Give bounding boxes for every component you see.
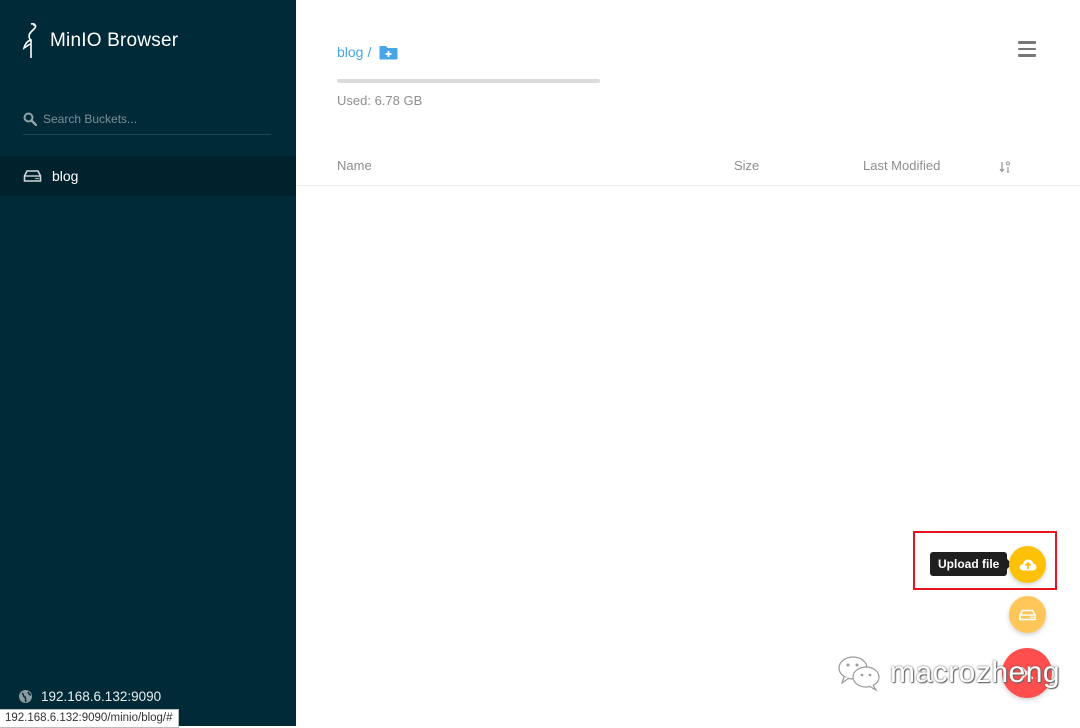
breadcrumb: blog / [337, 44, 398, 60]
server-host: 192.168.6.132:9090 [18, 689, 161, 704]
upload-file-button[interactable] [1009, 546, 1046, 583]
main-content: blog / Used: 6.78 GB Name Size Last Modi… [296, 0, 1080, 726]
hdd-icon [1019, 609, 1036, 620]
column-name[interactable]: Name [337, 158, 372, 173]
breadcrumb-separator: / [367, 44, 372, 60]
app-title: MinIO Browser [50, 30, 179, 51]
hamburger-menu-icon[interactable] [1018, 41, 1036, 57]
create-bucket-button[interactable] [1009, 596, 1046, 633]
search-buckets-input[interactable] [43, 112, 263, 126]
storage-usage-bar [337, 79, 600, 83]
watermark-text: macrozheng [890, 656, 1061, 689]
table-header: Name Size Last Modified [296, 148, 1080, 186]
column-last-modified[interactable]: Last Modified [863, 158, 940, 173]
folder-plus-icon[interactable] [379, 45, 398, 60]
bucket-label: blog [52, 168, 79, 184]
minio-logo-icon [22, 23, 37, 58]
upload-file-tooltip: Upload file [930, 552, 1013, 576]
wechat-icon [838, 656, 880, 692]
globe-icon [19, 690, 32, 703]
hdd-icon [23, 170, 42, 182]
column-size[interactable]: Size [734, 158, 759, 173]
watermark: macrozheng [836, 654, 1060, 692]
storage-usage-fill [337, 79, 600, 83]
bucket-search [23, 104, 271, 135]
logo: MinIO Browser [22, 22, 178, 60]
sidebar: MinIO Browser blog 192.168.6.132:9090 [0, 0, 296, 726]
host-label: 192.168.6.132:9090 [41, 689, 162, 704]
cloud-upload-icon [1019, 559, 1036, 571]
search-icon [23, 112, 37, 126]
sort-icon[interactable] [999, 161, 1011, 173]
breadcrumb-bucket[interactable]: blog [337, 44, 363, 60]
browser-status-url: 192.168.6.132:9090/minio/blog/# [0, 709, 179, 728]
sidebar-item-blog[interactable]: blog [0, 156, 296, 196]
storage-used-label: Used: 6.78 GB [337, 93, 423, 108]
